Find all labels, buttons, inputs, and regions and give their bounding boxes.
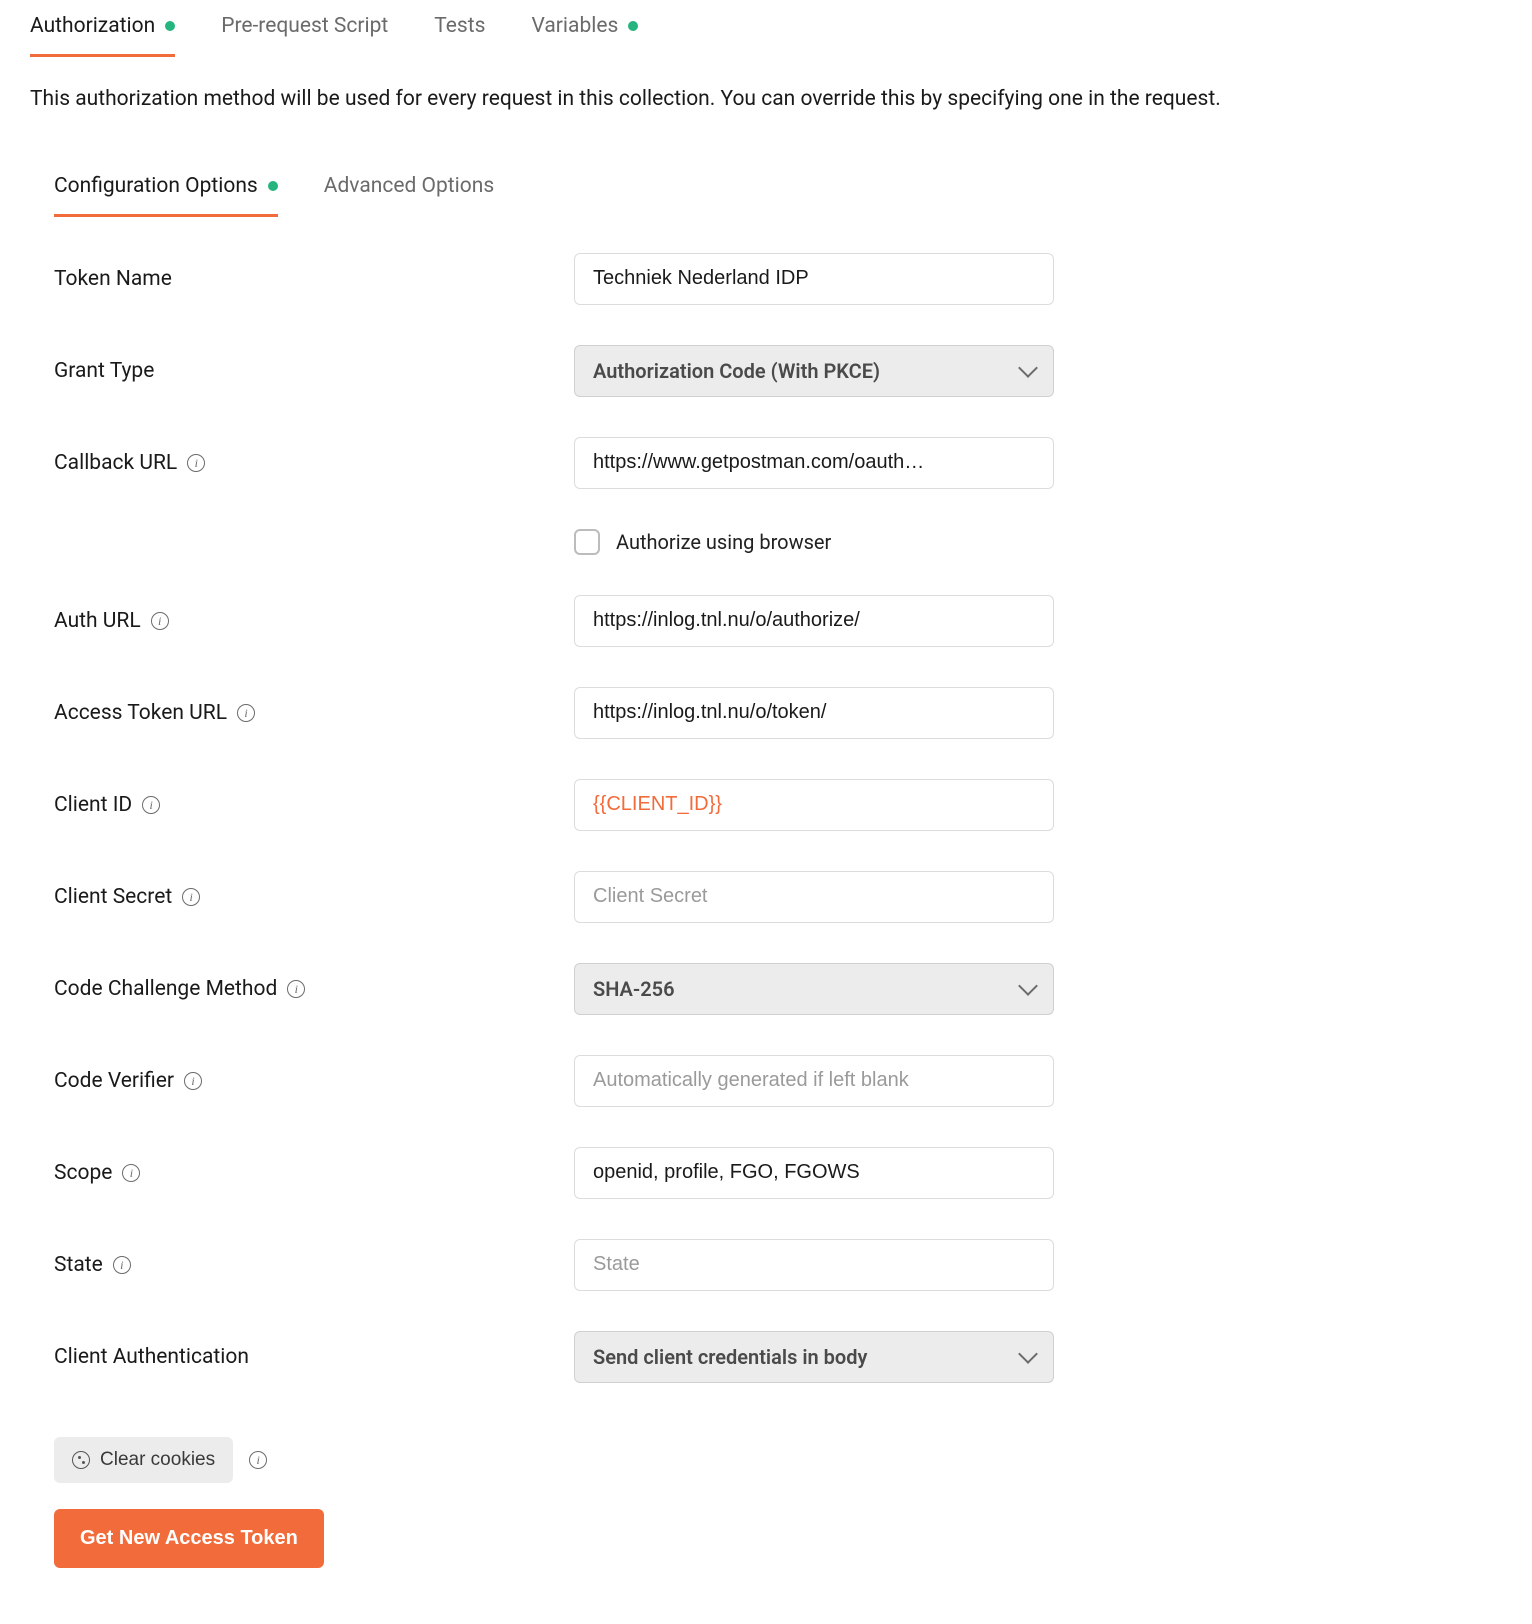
label-authorize-browser: Authorize using browser	[616, 530, 831, 554]
label-client-secret: Client Secret	[54, 885, 172, 909]
configuration-form: Token Name Grant Type Authorization Code…	[54, 253, 1114, 1383]
tab-tests-label: Tests	[434, 14, 485, 38]
clear-cookies-button[interactable]: Clear cookies	[54, 1437, 233, 1483]
label-code-verifier: Code Verifier	[54, 1069, 174, 1093]
row-authorize-browser: Authorize using browser	[54, 529, 1114, 555]
chevron-down-icon	[1018, 358, 1038, 378]
info-icon[interactable]: i	[237, 704, 255, 722]
label-code-challenge-method: Code Challenge Method	[54, 977, 277, 1001]
info-icon[interactable]: i	[249, 1451, 267, 1469]
row-grant-type: Grant Type Authorization Code (With PKCE…	[54, 345, 1114, 397]
row-client-id: Client ID i	[54, 779, 1114, 831]
cookie-icon	[72, 1451, 90, 1469]
info-icon[interactable]: i	[122, 1164, 140, 1182]
tab-variables[interactable]: Variables	[531, 0, 638, 57]
auth-url-input[interactable]	[574, 595, 1054, 647]
info-icon[interactable]: i	[151, 612, 169, 630]
label-scope: Scope	[54, 1161, 112, 1185]
client-authentication-select[interactable]: Send client credentials in body	[574, 1331, 1054, 1383]
get-new-access-token-button[interactable]: Get New Access Token	[54, 1509, 324, 1568]
label-state: State	[54, 1253, 103, 1277]
code-challenge-method-select[interactable]: SHA-256	[574, 963, 1054, 1015]
client-secret-input[interactable]	[574, 871, 1054, 923]
tab-prerequest-script[interactable]: Pre-request Script	[221, 0, 388, 57]
main-tabs: Authorization Pre-request Script Tests V…	[30, 0, 1502, 58]
info-icon[interactable]: i	[287, 980, 305, 998]
status-dot-icon	[268, 181, 278, 191]
state-input[interactable]	[574, 1239, 1054, 1291]
code-verifier-input[interactable]	[574, 1055, 1054, 1107]
row-auth-url: Auth URL i	[54, 595, 1114, 647]
client-id-input[interactable]	[574, 779, 1054, 831]
get-token-label: Get New Access Token	[80, 1527, 298, 1549]
status-dot-icon	[165, 21, 175, 31]
info-icon[interactable]: i	[113, 1256, 131, 1274]
status-dot-icon	[628, 21, 638, 31]
sub-tab-configuration-label: Configuration Options	[54, 174, 258, 198]
token-name-input[interactable]	[574, 253, 1054, 305]
label-client-id: Client ID	[54, 793, 132, 817]
row-access-token-url: Access Token URL i	[54, 687, 1114, 739]
row-state: State i	[54, 1239, 1114, 1291]
tab-tests[interactable]: Tests	[434, 0, 485, 57]
row-client-secret: Client Secret i	[54, 871, 1114, 923]
authorization-description: This authorization method will be used f…	[30, 84, 1502, 116]
code-challenge-method-value: SHA-256	[593, 977, 675, 1001]
grant-type-value: Authorization Code (With PKCE)	[593, 359, 880, 383]
label-grant-type: Grant Type	[54, 359, 154, 383]
tab-prerequest-label: Pre-request Script	[221, 14, 388, 38]
authorize-browser-checkbox[interactable]	[574, 529, 600, 555]
chevron-down-icon	[1018, 976, 1038, 996]
info-icon[interactable]: i	[182, 888, 200, 906]
tab-variables-label: Variables	[531, 14, 618, 38]
row-token-name: Token Name	[54, 253, 1114, 305]
sub-tab-configuration[interactable]: Configuration Options	[54, 174, 278, 217]
tab-authorization[interactable]: Authorization	[30, 0, 175, 57]
label-callback-url: Callback URL	[54, 451, 177, 475]
callback-url-input[interactable]	[574, 437, 1054, 489]
info-icon[interactable]: i	[187, 454, 205, 472]
client-authentication-value: Send client credentials in body	[593, 1345, 867, 1369]
row-client-authentication: Client Authentication Send client creden…	[54, 1331, 1114, 1383]
info-icon[interactable]: i	[184, 1072, 202, 1090]
grant-type-select[interactable]: Authorization Code (With PKCE)	[574, 345, 1054, 397]
row-code-verifier: Code Verifier i	[54, 1055, 1114, 1107]
sub-tab-advanced[interactable]: Advanced Options	[324, 174, 494, 217]
access-token-url-input[interactable]	[574, 687, 1054, 739]
clear-cookies-row: Clear cookies i	[54, 1437, 267, 1483]
label-auth-url: Auth URL	[54, 609, 141, 633]
clear-cookies-label: Clear cookies	[100, 1449, 215, 1471]
row-callback-url: Callback URL i	[54, 437, 1114, 489]
info-icon[interactable]: i	[142, 796, 160, 814]
label-access-token-url: Access Token URL	[54, 701, 227, 725]
tab-authorization-label: Authorization	[30, 14, 155, 38]
scope-input[interactable]	[574, 1147, 1054, 1199]
row-code-challenge-method: Code Challenge Method i SHA-256	[54, 963, 1114, 1015]
sub-tab-advanced-label: Advanced Options	[324, 174, 494, 198]
footer-actions: Clear cookies i Get New Access Token	[54, 1437, 1502, 1568]
label-token-name: Token Name	[54, 267, 172, 291]
chevron-down-icon	[1018, 1344, 1038, 1364]
label-client-authentication: Client Authentication	[54, 1345, 249, 1369]
config-sub-tabs: Configuration Options Advanced Options	[54, 174, 1502, 217]
row-scope: Scope i	[54, 1147, 1114, 1199]
